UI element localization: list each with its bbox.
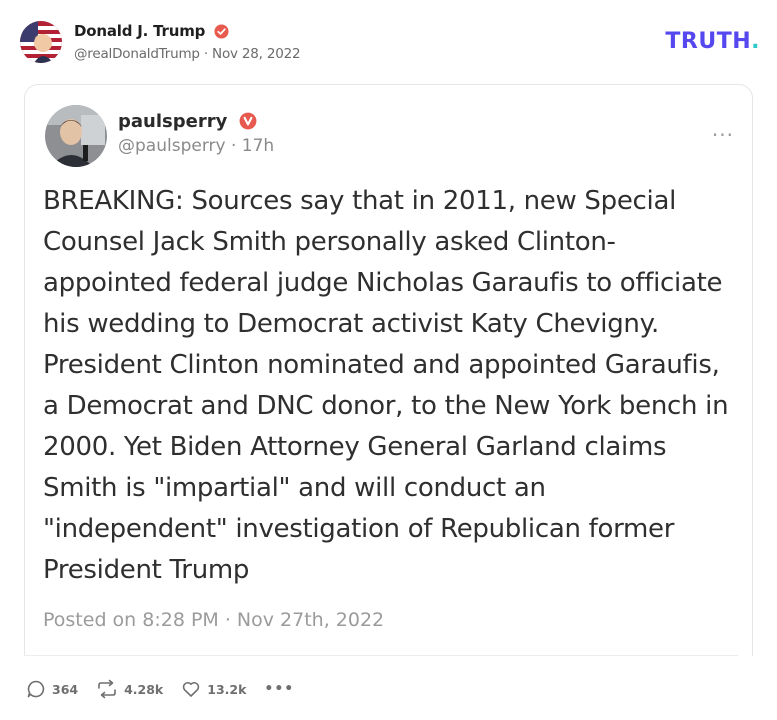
more-actions-button[interactable]: •••	[264, 681, 294, 697]
reply-count: 364	[52, 681, 79, 697]
author-name-row[interactable]: Donald J. Trump	[74, 22, 229, 43]
author-avatar[interactable]	[20, 21, 62, 63]
author-handle-date: @realDonaldTrump · Nov 28, 2022	[74, 46, 301, 62]
quoted-author-name[interactable]: paulsperry	[118, 111, 227, 132]
like-button[interactable]: 13.2k	[181, 679, 246, 699]
reply-button[interactable]: 364	[26, 679, 78, 699]
retruth-count: 4.28k	[124, 681, 164, 697]
retruth-button[interactable]: 4.28k	[96, 679, 163, 699]
card-divider	[24, 655, 738, 656]
truth-logo: TRUTH.	[665, 29, 760, 54]
more-options-button[interactable]: ···	[712, 123, 734, 147]
quoted-author-handle-time: @paulsperry · 17h	[118, 136, 275, 156]
outer-post-header: Donald J. Trump @realDonaldTrump · Nov 2…	[20, 19, 760, 67]
author-name[interactable]: Donald J. Trump	[74, 22, 205, 40]
verified-badge-icon	[239, 112, 257, 135]
quoted-author-name-row[interactable]: paulsperry	[118, 111, 257, 135]
quoted-post-body: BREAKING: Sources say that in 2011, new …	[43, 186, 729, 585]
repost-icon	[98, 679, 116, 699]
quoted-post-card[interactable]: paulsperry @paulsperry · 17h ··· BREAKIN…	[24, 84, 753, 656]
truth-logo-dot: .	[751, 29, 760, 54]
verified-badge-icon	[214, 24, 229, 43]
quoted-author-avatar[interactable]	[45, 105, 107, 167]
comment-icon	[27, 680, 45, 698]
heart-icon	[183, 681, 200, 697]
like-count: 13.2k	[207, 681, 247, 697]
posted-timestamp: Posted on 8:28 PM · Nov 27th, 2022	[43, 609, 385, 631]
post-actions-bar: 364 4.28k 13.2k •••	[26, 677, 312, 701]
truth-logo-text: TRUTH	[665, 29, 752, 54]
